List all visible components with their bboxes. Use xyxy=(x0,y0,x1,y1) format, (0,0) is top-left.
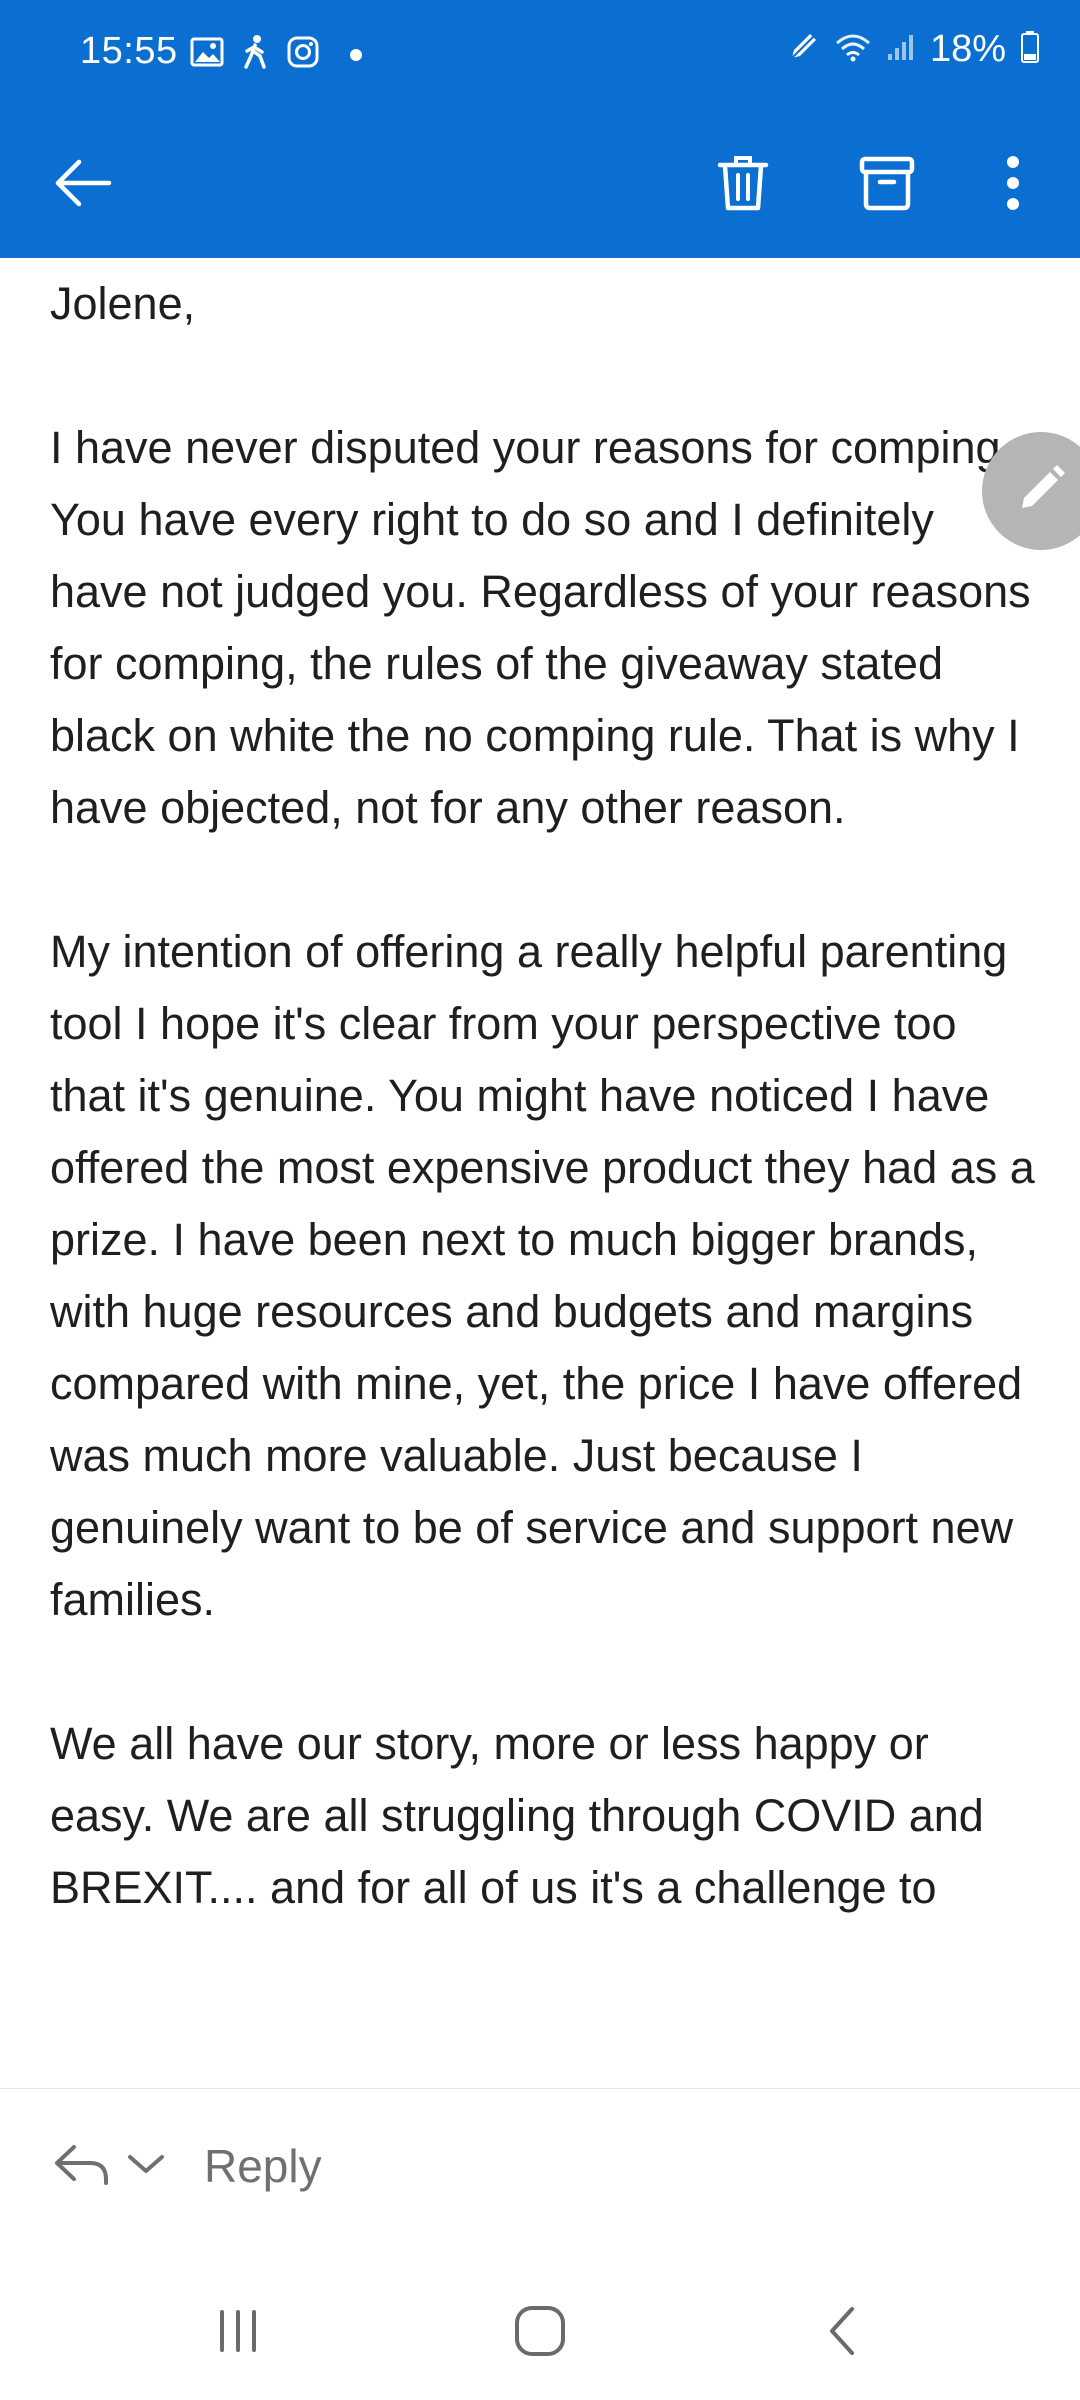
home-icon xyxy=(512,2303,568,2364)
pen-icon xyxy=(786,30,820,69)
message-paragraph: We all have our story, more or less happ… xyxy=(50,1718,984,1913)
back-button[interactable] xyxy=(38,140,128,230)
more-options-button[interactable] xyxy=(968,140,1058,230)
more-vertical-icon xyxy=(1005,155,1021,216)
delete-button[interactable] xyxy=(698,140,788,230)
archive-button[interactable] xyxy=(842,140,932,230)
reply-label: Reply xyxy=(204,2140,322,2192)
recent-apps-button[interactable] xyxy=(188,2298,288,2368)
nav-back-button[interactable] xyxy=(792,2298,892,2368)
reply-arrow-icon xyxy=(52,2141,112,2192)
wifi-icon xyxy=(834,31,872,68)
gallery-icon xyxy=(190,37,224,72)
pencil-icon xyxy=(1014,462,1068,521)
message-body: Jolene, I have never disputed your reaso… xyxy=(0,258,1080,2088)
chevron-down-icon[interactable] xyxy=(126,2151,166,2182)
dot-icon xyxy=(350,48,362,61)
back-arrow-icon xyxy=(53,158,113,213)
signal-icon xyxy=(886,32,916,67)
message-greeting: Jolene, xyxy=(50,278,196,329)
message-toolbar xyxy=(0,110,1080,258)
walking-icon xyxy=(240,34,270,75)
reply-bar: Reply xyxy=(0,2088,1080,2259)
reply-button[interactable]: Reply xyxy=(52,2139,322,2193)
battery-icon xyxy=(1020,30,1040,69)
trash-icon xyxy=(716,153,770,218)
battery-percent: 18% xyxy=(929,28,1006,70)
home-button[interactable] xyxy=(490,2298,590,2368)
recent-apps-icon xyxy=(213,2306,263,2361)
system-nav-bar xyxy=(0,2258,1080,2400)
archive-icon xyxy=(858,154,916,217)
status-bar: 15:55 18% xyxy=(0,0,1080,110)
instagram-icon xyxy=(286,35,320,74)
message-paragraph: My intention of offering a really helpfu… xyxy=(50,926,1035,1625)
status-time: 15:55 xyxy=(80,30,178,72)
message-paragraph: I have never disputed your reasons for c… xyxy=(50,422,1031,833)
nav-back-icon xyxy=(822,2303,862,2364)
app-bar: 15:55 18% xyxy=(0,0,1080,258)
